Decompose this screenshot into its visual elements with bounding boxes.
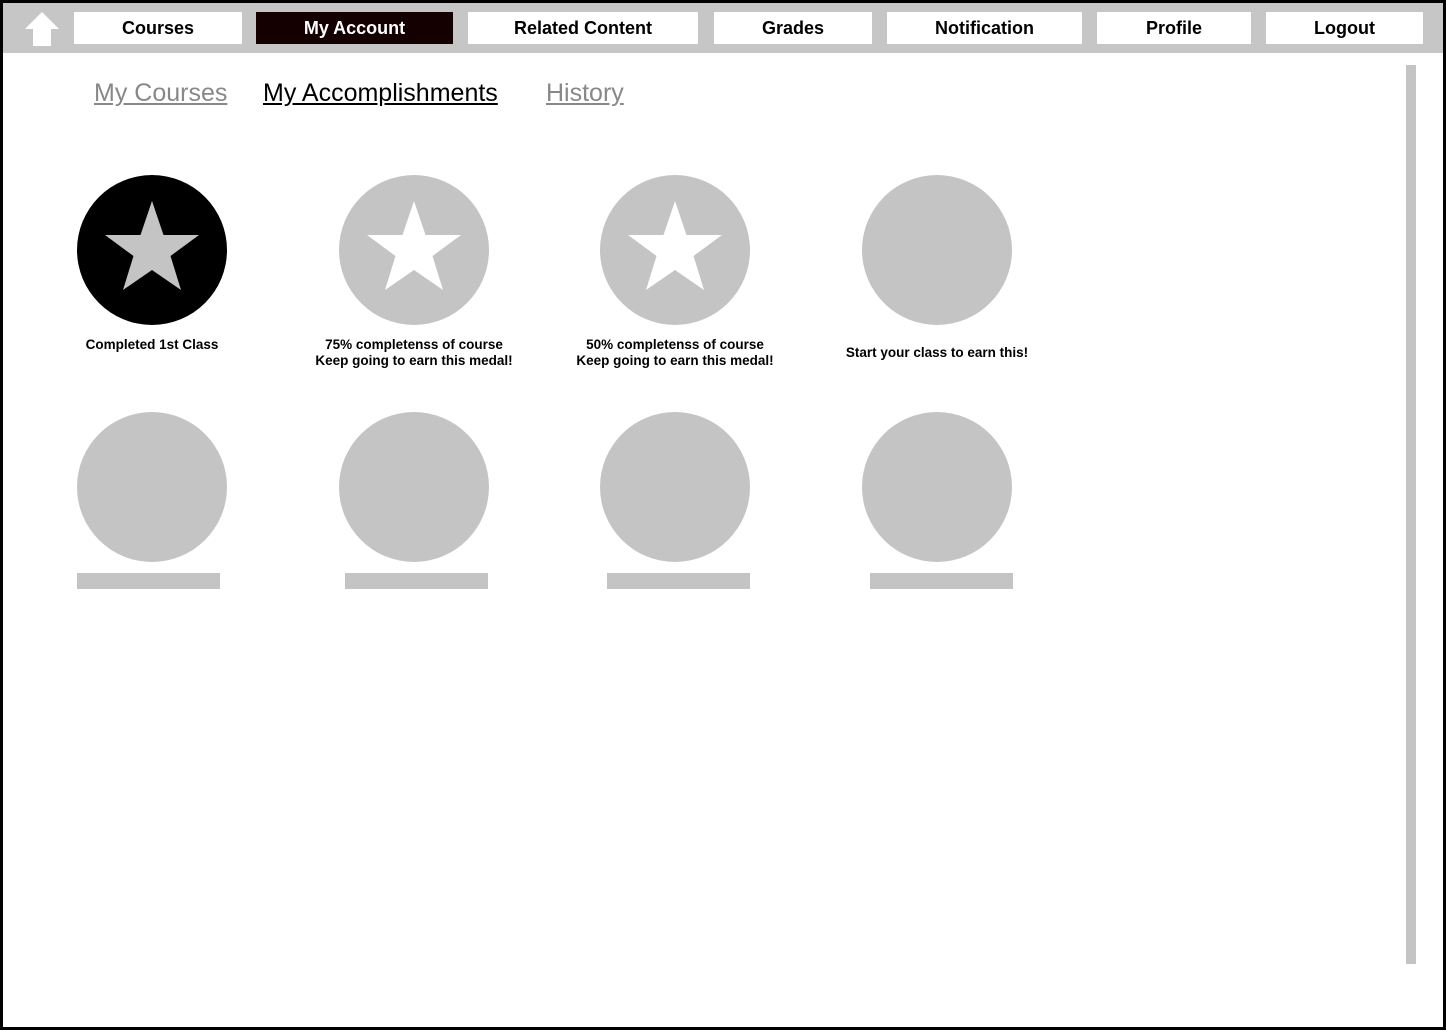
medal-completed-first-class (77, 175, 227, 325)
tab-history[interactable]: History (546, 79, 624, 108)
nav-notification-button[interactable]: Notification (887, 12, 1082, 44)
nav-my-account-button[interactable]: My Account (256, 12, 453, 44)
nav-profile-button[interactable]: Profile (1097, 12, 1251, 44)
caption-placeholder-bar (870, 573, 1013, 589)
medal-caption: 50% completenss of course Keep going to … (576, 337, 774, 368)
medal-caption: 75% completenss of course Keep going to … (315, 337, 513, 368)
medal-placeholder (600, 412, 750, 562)
app-window: Courses My Account Related Content Grade… (0, 0, 1446, 1030)
medal-caption: Completed 1st Class (85, 337, 219, 352)
nav-logout-button[interactable]: Logout (1266, 12, 1423, 44)
medal-locked (862, 175, 1012, 325)
nav-courses-button[interactable]: Courses (74, 12, 242, 44)
vertical-scrollbar[interactable] (1406, 65, 1416, 964)
home-icon[interactable] (24, 11, 60, 47)
medal-placeholder (77, 412, 227, 562)
top-nav-bar: Courses My Account Related Content Grade… (3, 3, 1443, 53)
tab-my-courses[interactable]: My Courses (94, 79, 227, 108)
tab-my-accomplishments[interactable]: My Accomplishments (263, 79, 498, 108)
medal-50-percent (600, 175, 750, 325)
caption-placeholder-bar (77, 573, 220, 589)
medal-caption: Start your class to earn this! (845, 345, 1029, 360)
nav-related-content-button[interactable]: Related Content (468, 12, 698, 44)
caption-placeholder-bar (607, 573, 750, 589)
caption-placeholder-bar (345, 573, 488, 589)
medal-placeholder (339, 412, 489, 562)
nav-grades-button[interactable]: Grades (714, 12, 872, 44)
medal-placeholder (862, 412, 1012, 562)
medal-75-percent (339, 175, 489, 325)
